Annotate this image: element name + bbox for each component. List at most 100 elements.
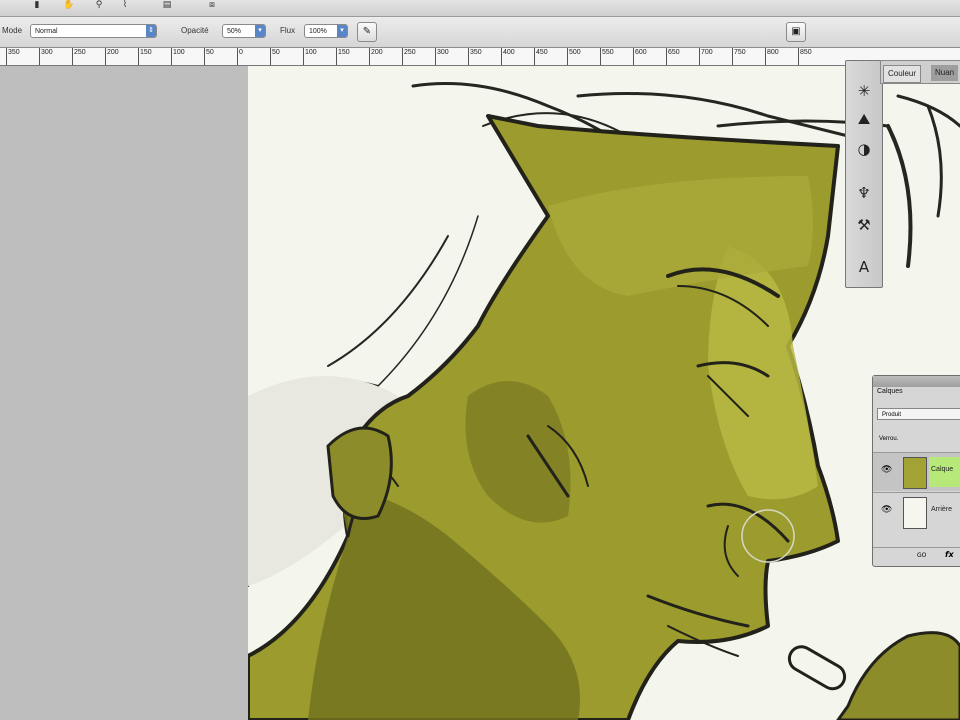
mountain-icon[interactable]: ⛰ [854, 109, 874, 129]
ruler-tick-label: 400 [503, 49, 515, 56]
eye-icon[interactable]: 👁 [881, 465, 892, 475]
ruler-tick-label: 200 [371, 49, 383, 56]
layer-name: Calque [931, 466, 954, 473]
ruler-tick-label: 500 [569, 49, 581, 56]
tool-hand-icon[interactable]: ✋ [62, 0, 76, 10]
ruler-tick [699, 48, 700, 65]
ruler-tick-label: 100 [173, 49, 185, 56]
opacity-label: Opacité [181, 26, 209, 35]
chevron-down-icon: ▾ [337, 25, 347, 37]
link-layers-button[interactable]: GO [917, 552, 926, 559]
opacity-value: 50% [227, 28, 242, 35]
layer-thumbnail [903, 457, 927, 489]
tab-nuancier[interactable]: Nuan [931, 65, 959, 81]
ruler-tick [468, 48, 469, 65]
ruler-tick-label: 150 [338, 49, 350, 56]
ruler-tick [204, 48, 205, 65]
airbrush-button[interactable]: ✎ [357, 22, 377, 42]
ruler-tick-label: 100 [305, 49, 317, 56]
layer-row[interactable]: 👁 Calque [873, 452, 960, 491]
ruler-tick [732, 48, 733, 65]
application-toolbar: ▮ ✋ ⚲ ⌇ ▤ ⧈ [0, 0, 960, 17]
tool-options-bar: Mode Normal ⇕ Opacité 50% ▾ Flux 100% ▾ … [0, 17, 960, 48]
ruler-tick [633, 48, 634, 65]
ruler-tick-label: 50 [272, 49, 280, 56]
tool-eyedropper-icon[interactable]: ⌇ [118, 0, 132, 10]
ruler-tick-label: 850 [800, 49, 812, 56]
ruler-tick-label: 550 [602, 49, 614, 56]
ruler-tick [6, 48, 7, 65]
tool-screen-mode-icon[interactable]: ▤ [160, 0, 174, 10]
horizontal-ruler: 350 300 250 200 150 100 50 0 50 100 150 200 250 300 35… [0, 48, 960, 66]
flow-value: 100% [309, 28, 327, 35]
panel-dock: ✳ ⛰ ◑ ♆ ⚒ A [845, 60, 883, 288]
tool-arrange-icon[interactable]: ⧈ [205, 0, 219, 10]
ruler-tick [600, 48, 601, 65]
opacity-field[interactable]: 50% ▾ [222, 24, 266, 38]
color-panel: Couleur Nuan [880, 60, 960, 84]
mode-label: Mode [2, 26, 23, 35]
ruler-tick [369, 48, 370, 65]
mode-select[interactable]: Normal ⇕ [30, 24, 157, 38]
chevron-down-icon: ▾ [255, 25, 265, 37]
ruler-tick [798, 48, 799, 65]
fx-button[interactable]: fx [945, 550, 954, 559]
layer-row[interactable]: 👁 Arrière [873, 492, 960, 531]
ruler-tick [237, 48, 238, 65]
layer-name: Arrière [931, 506, 953, 513]
ruler-tick [402, 48, 403, 65]
palette-toggle-button[interactable]: ▣ [786, 22, 806, 42]
ruler-tick-label: 300 [41, 49, 53, 56]
puppet-icon[interactable]: ♆ [854, 183, 874, 203]
ruler-tick [765, 48, 766, 65]
ruler-tick [534, 48, 535, 65]
character-icon[interactable]: A [854, 257, 874, 277]
layers-footer: GO fx [873, 547, 960, 566]
ruler-tick-label: 350 [470, 49, 482, 56]
ruler-tick-label: 600 [635, 49, 647, 56]
ruler-tick-label: 0 [239, 49, 243, 56]
ruler-tick-label: 50 [206, 49, 214, 56]
pasteboard [0, 66, 248, 720]
ruler-tick [270, 48, 271, 65]
mode-select-value: Normal [35, 28, 58, 35]
ruler-tick-label: 250 [74, 49, 86, 56]
ruler-tick-label: 300 [437, 49, 449, 56]
ruler-tick [666, 48, 667, 65]
tab-couleur[interactable]: Couleur [883, 65, 922, 83]
ear [326, 426, 393, 520]
ruler-tick-label: 700 [701, 49, 713, 56]
ruler-tick [72, 48, 73, 65]
ruler-tick [435, 48, 436, 65]
ruler-tick-label: 200 [107, 49, 119, 56]
ruler-tick [303, 48, 304, 65]
tab-calques[interactable]: Calques [877, 388, 903, 395]
ruler-tick-label: 350 [8, 49, 20, 56]
flow-label: Flux [280, 26, 296, 35]
blend-mode-value: Produit [882, 412, 902, 418]
tool-zoom-icon[interactable]: ⚲ [92, 0, 106, 10]
ruler-tick [105, 48, 106, 65]
layer-thumbnail [903, 497, 927, 529]
ruler-tick-label: 250 [404, 49, 416, 56]
tool-move-icon[interactable]: ▮ [30, 0, 44, 10]
half-circle-icon[interactable]: ◑ [854, 139, 874, 159]
eye-icon[interactable]: 👁 [881, 505, 892, 515]
ruler-tick-label: 650 [668, 49, 680, 56]
asterisk-icon[interactable]: ✳ [854, 81, 874, 101]
ruler-tick-label: 800 [767, 49, 779, 56]
blend-mode-select[interactable]: Produit [877, 408, 960, 420]
layers-panel-header[interactable] [873, 376, 960, 387]
chevron-updown-icon: ⇕ [146, 25, 156, 37]
ruler-tick [501, 48, 502, 65]
ruler-tick [567, 48, 568, 65]
ruler-tick [39, 48, 40, 65]
ruler-tick [336, 48, 337, 65]
airbrush-icon: ✎ [362, 26, 372, 37]
clone-icon[interactable]: ⚒ [854, 215, 874, 235]
ruler-tick-label: 150 [140, 49, 152, 56]
layers-panel: Calques Produit Verrou. 👁 Calque 👁 Arriè… [872, 375, 960, 567]
flow-field[interactable]: 100% ▾ [304, 24, 348, 38]
ruler-tick [138, 48, 139, 65]
ruler-tick-label: 750 [734, 49, 746, 56]
